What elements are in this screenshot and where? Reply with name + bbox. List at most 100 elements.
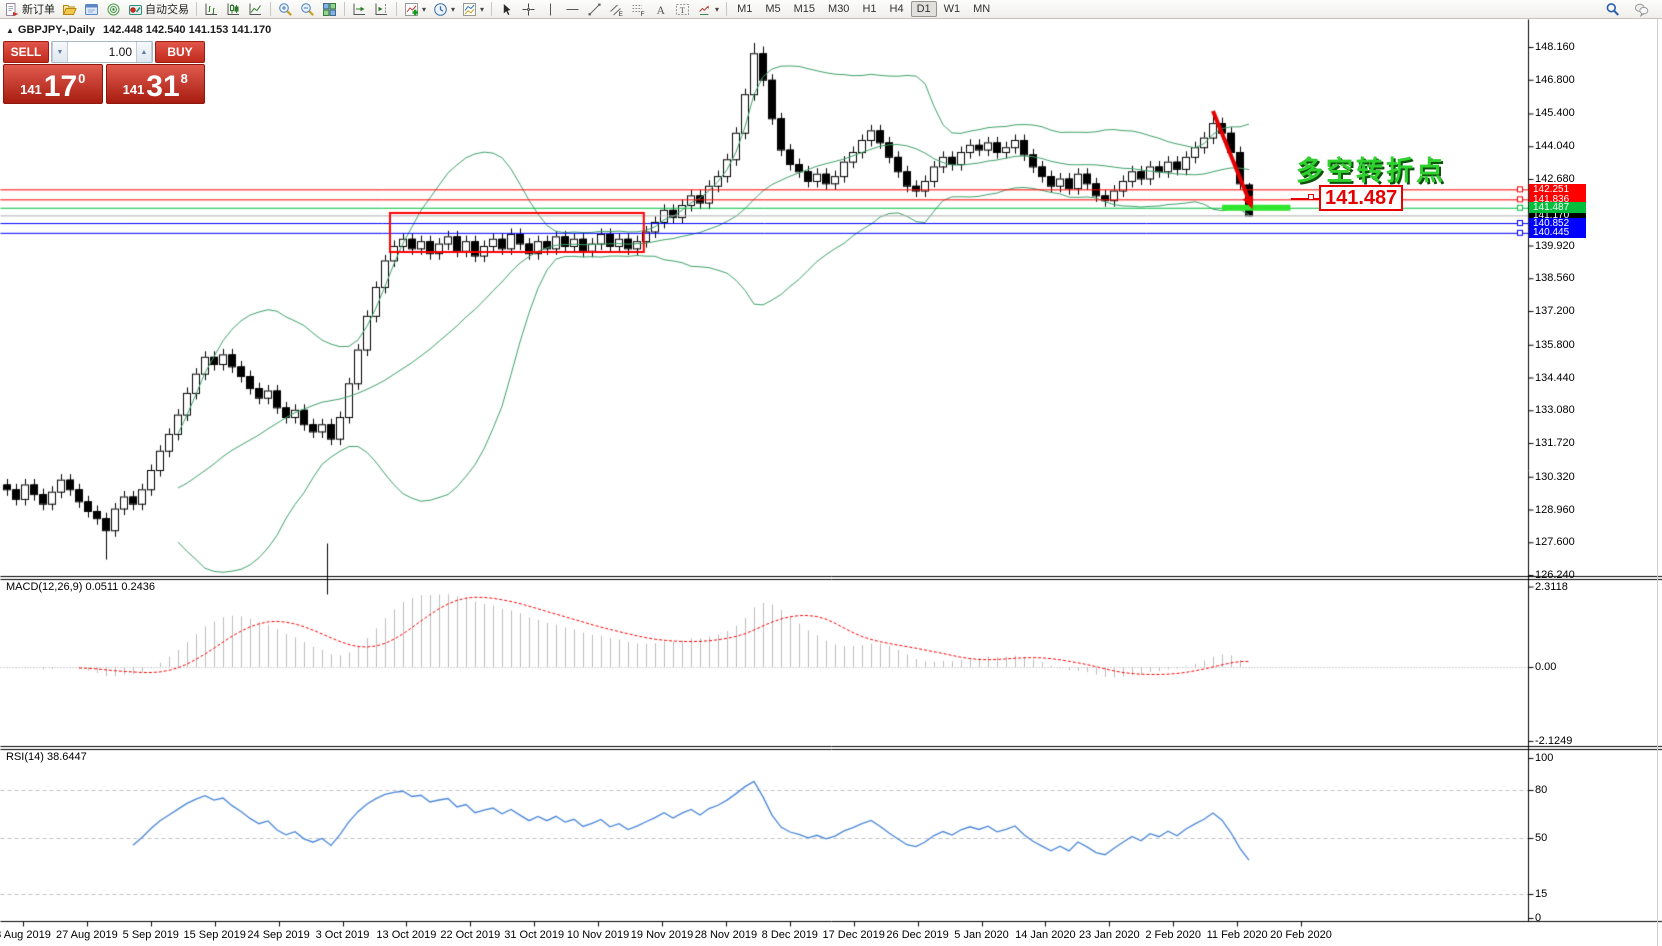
price-callout-label: 141.487 <box>1319 185 1403 211</box>
bars-chart-icon <box>204 2 219 17</box>
toolbar: 新订单 自动交易 ▾ ▾ ▾ EFAT ▾ M1M5M15M30H1H4D1W1MN <box>0 0 1662 19</box>
ask-price-pip: 8 <box>181 71 188 86</box>
bid-price-prefix: 141 <box>20 82 42 97</box>
periods-button[interactable]: ▾ <box>430 1 458 18</box>
timeframe-button-mn[interactable]: MN <box>967 1 996 17</box>
turning-point-annotation: 多空转折点 <box>1296 149 1446 188</box>
fibonacci-button[interactable]: F <box>628 1 649 18</box>
callout-leader-line <box>1291 198 1319 200</box>
chevron-down-icon[interactable]: ▾ <box>480 5 484 14</box>
toolbar-separator <box>726 2 727 16</box>
tile-windows-button[interactable] <box>319 1 340 18</box>
volume-decrease-button[interactable]: ▼ <box>52 42 68 62</box>
toolbar-separator <box>396 2 397 16</box>
toolbar-separator <box>491 2 492 16</box>
new-order-button[interactable]: 新订单 <box>2 1 58 18</box>
candles-chart-button[interactable] <box>223 1 244 18</box>
timeframe-button-w1[interactable]: W1 <box>938 1 967 17</box>
candles-chart-icon <box>226 2 241 17</box>
crosshair-button[interactable] <box>518 1 539 18</box>
time-tick-label: 14 Jan 2020 <box>1015 929 1076 941</box>
tile-windows-icon <box>322 2 337 17</box>
autotrading-button[interactable]: 自动交易 <box>125 1 192 18</box>
autotrading-icon <box>128 2 143 17</box>
chart-shift-icon <box>374 2 389 17</box>
periods-icon <box>433 2 448 17</box>
chevron-down-icon[interactable]: ▾ <box>422 5 426 14</box>
ask-price-prefix: 141 <box>123 82 145 97</box>
buy-button[interactable]: BUY <box>155 41 205 63</box>
chevron-down-icon[interactable]: ▾ <box>715 5 719 14</box>
sell-price-button[interactable]: 141170 <box>3 64 103 104</box>
time-tick-label: 15 Sep 2019 <box>183 929 245 941</box>
axis-tick-label: 133.080 <box>1535 404 1575 416</box>
one-click-trading-panel: SELL ▼ 1.00 ▲ BUY 141170 141318 <box>3 41 205 104</box>
trendline-icon <box>587 2 602 17</box>
axis-tick-label: 148.160 <box>1535 41 1575 53</box>
trendline-button[interactable] <box>584 1 605 18</box>
editor-button[interactable] <box>81 1 102 18</box>
timeframe-button-m5[interactable]: M5 <box>759 1 786 17</box>
price-tag: 141.487 <box>1529 202 1586 213</box>
axis-tick-label: 135.800 <box>1535 339 1575 351</box>
cursor-button[interactable] <box>496 1 517 18</box>
timeframe-button-m30[interactable]: M30 <box>822 1 855 17</box>
axis-tick-label: 137.200 <box>1535 305 1575 317</box>
editor-icon <box>84 2 99 17</box>
callout-anchor-square <box>1308 194 1314 200</box>
bid-price-pip: 0 <box>78 71 85 86</box>
line-chart-icon <box>248 2 263 17</box>
templates-button[interactable]: ▾ <box>459 1 487 18</box>
horizontal-line-button[interactable] <box>562 1 583 18</box>
zoom-out-button[interactable] <box>297 1 318 18</box>
timeframe-button-m1[interactable]: M1 <box>731 1 758 17</box>
chevron-down-icon[interactable]: ▾ <box>451 5 455 14</box>
time-tick-label: 20 Feb 2020 <box>1270 929 1332 941</box>
axis-tick-label: 146.800 <box>1535 74 1575 86</box>
axis-tick-label: 139.920 <box>1535 240 1575 252</box>
toolbar-separator <box>270 2 271 16</box>
vertical-line-icon <box>543 2 558 17</box>
time-tick-label: 26 Dec 2019 <box>886 929 948 941</box>
volume-increase-button[interactable]: ▲ <box>136 42 152 62</box>
axis-tick-label: 0.00 <box>1535 661 1556 673</box>
equidistant-channel-icon: E <box>609 2 624 17</box>
timeframe-button-h1[interactable]: H1 <box>856 1 882 17</box>
time-tick-label: 3 Oct 2019 <box>316 929 370 941</box>
chat-button[interactable] <box>1631 1 1652 18</box>
time-tick-label: 5 Jan 2020 <box>954 929 1008 941</box>
profile-button[interactable] <box>59 1 80 18</box>
arrows-button[interactable]: ▾ <box>694 1 722 18</box>
timeframe-button-h4[interactable]: H4 <box>884 1 910 17</box>
crosshair-icon <box>521 2 536 17</box>
chart-window: ▲GBPJPY-,Daily142.448 142.540 141.153 14… <box>0 19 1662 946</box>
axis-tick-label: 50 <box>1535 832 1547 844</box>
macd-indicator-label: MACD(12,26,9) 0.0511 0.2436 <box>6 581 155 593</box>
toolbar-separator <box>344 2 345 16</box>
bars-chart-button[interactable] <box>201 1 222 18</box>
chart-shift-button[interactable] <box>371 1 392 18</box>
text-label-button[interactable]: T <box>672 1 693 18</box>
time-tick-label: 31 Oct 2019 <box>504 929 564 941</box>
sell-button[interactable]: SELL <box>3 41 49 63</box>
line-chart-button[interactable] <box>245 1 266 18</box>
ohlc-values: 142.448 142.540 141.153 141.170 <box>103 24 271 36</box>
volume-value[interactable]: 1.00 <box>68 42 136 62</box>
signals-button[interactable] <box>103 1 124 18</box>
search-button[interactable] <box>1602 1 1623 18</box>
equidistant-channel-button[interactable]: E <box>606 1 627 18</box>
zoom-out-icon <box>300 2 315 17</box>
volume-stepper[interactable]: ▼ 1.00 ▲ <box>51 41 153 63</box>
axis-tick-label: 2.3118 <box>1535 581 1568 593</box>
vertical-line-button[interactable] <box>540 1 561 18</box>
time-tick-label: 22 Oct 2019 <box>440 929 500 941</box>
buy-price-button[interactable]: 141318 <box>106 64 206 104</box>
timeframe-button-m15[interactable]: M15 <box>788 1 821 17</box>
text-button[interactable]: A <box>650 1 671 18</box>
auto-scroll-button[interactable] <box>349 1 370 18</box>
axis-tick-label: 131.720 <box>1535 437 1575 449</box>
timeframe-button-d1[interactable]: D1 <box>911 1 937 17</box>
text-label-icon: T <box>675 2 690 17</box>
indicators-button[interactable]: ▾ <box>401 1 429 18</box>
zoom-in-button[interactable] <box>275 1 296 18</box>
